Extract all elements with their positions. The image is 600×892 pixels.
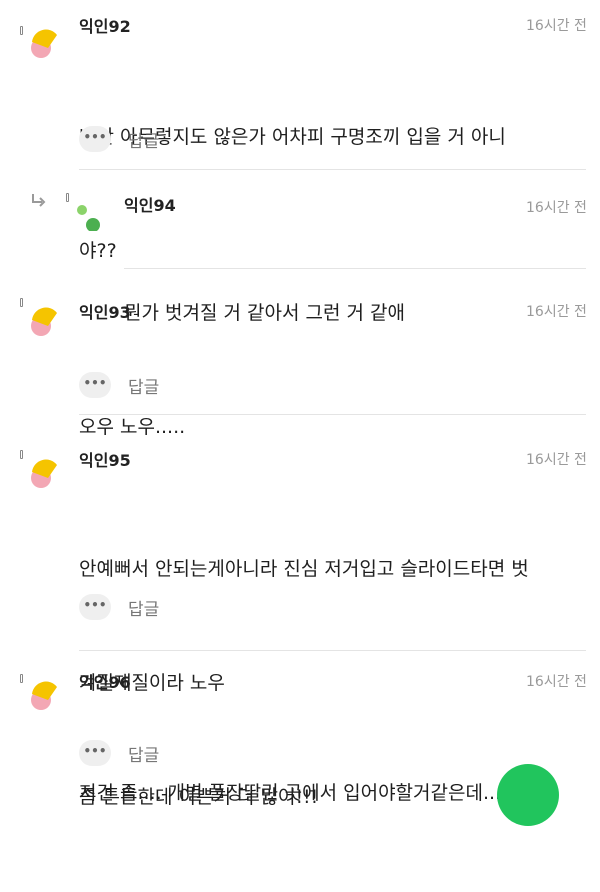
comment-time: 16시간 전: [526, 304, 587, 320]
comment-item: 익인95 16시간 전 안예뻐서 안되는게아니라 진심 저거입고 슬라이드타면 …: [0, 414, 600, 808]
reply-button[interactable]: 답글: [128, 595, 159, 620]
comment-item: 익인92 16시간 전 나만 아무렇지도 않은가 어차피 구명조끼 입을 거 아…: [0, 0, 600, 262]
reply-arrow-icon: [32, 194, 46, 207]
comment-marker: [20, 450, 23, 459]
more-options-button[interactable]: •••: [79, 372, 111, 398]
reply-button[interactable]: 답글: [128, 127, 159, 152]
write-comment-button[interactable]: [497, 764, 559, 826]
comment-line: 안예뻐서 안되는게아니라 진심 저거입고 슬라이드타면 벗: [79, 558, 529, 580]
comment-author[interactable]: 익인92: [79, 13, 131, 37]
yellow-pink-avatar-icon: [31, 681, 57, 710]
comment-author[interactable]: 익인96: [79, 669, 131, 693]
reply-button[interactable]: 답글: [128, 373, 159, 398]
comment-time: 16시간 전: [526, 18, 587, 34]
comment-author[interactable]: 익인94: [124, 192, 176, 216]
yellow-pink-avatar-icon: [31, 459, 57, 488]
comment-body: 저건 좀.... 개별 풀장딸린 곳에서 입어야할거같은데...: [79, 698, 501, 888]
comment-thread: { "comments": [ { "author": "익인92", "tim…: [0, 0, 600, 826]
comment-time: 16시간 전: [526, 200, 587, 216]
yellow-pink-avatar-icon: [31, 307, 57, 336]
more-options-button[interactable]: •••: [79, 126, 111, 152]
comment-item: 익인93 16시간 전 오우 노우..... ••• 답글: [0, 268, 600, 438]
comment-marker: [66, 193, 69, 202]
comment-time: 16시간 전: [526, 674, 587, 690]
green-dots-avatar-icon: [77, 205, 100, 231]
comment-author[interactable]: 익인93: [79, 299, 131, 323]
comment-author[interactable]: 익인95: [79, 447, 131, 471]
more-options-button[interactable]: •••: [79, 594, 111, 620]
comment-item: 익인96 16시간 전 저건 좀.... 개별 풀장딸린 곳에서 입어야할거같은…: [0, 650, 600, 804]
comment-marker: [20, 26, 23, 35]
reply-comment-item: 익인94 16시간 전 뭔가 벗겨질 거 같아서 그런 거 같애: [0, 170, 600, 324]
yellow-pink-avatar-icon: [31, 29, 57, 58]
reply-button[interactable]: 답글: [128, 741, 159, 766]
comment-marker: [20, 298, 23, 307]
more-options-button[interactable]: •••: [79, 740, 111, 766]
comment-time: 16시간 전: [526, 452, 587, 468]
comment-marker: [20, 674, 23, 683]
comment-line: 저건 좀.... 개별 풀장딸린 곳에서 입어야할거같은데...: [79, 782, 502, 804]
